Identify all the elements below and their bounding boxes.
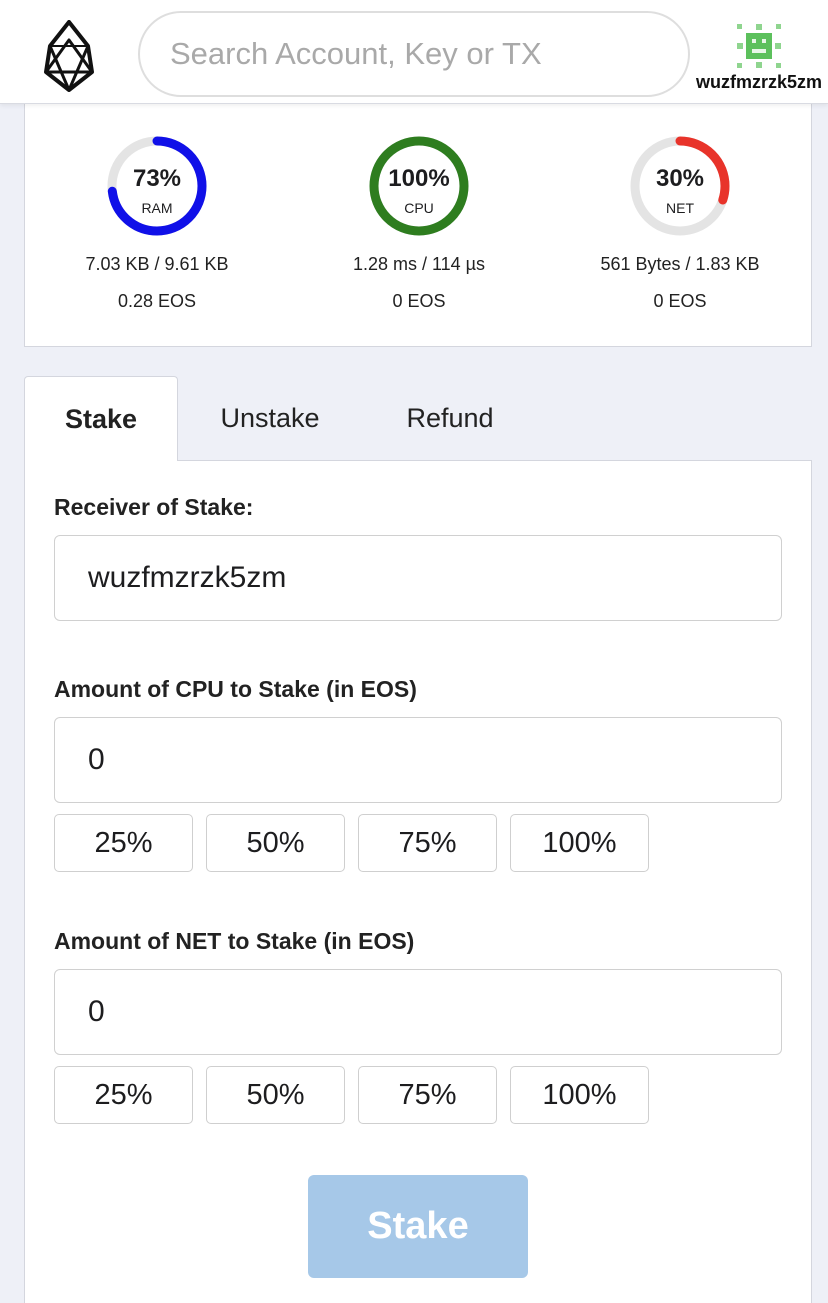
ram-usage: 7.03 KB / 9.61 KB — [85, 254, 229, 274]
resource-net: 30% NET 561 Bytes / 1.83 KB 0 EOS — [560, 134, 800, 312]
cpu-amount-label: Amount of CPU to Stake (in EOS) — [54, 676, 417, 702]
cpu-usage: 1.28 ms / 114 µs — [352, 254, 486, 274]
net-amount-label: Amount of NET to Stake (in EOS) — [54, 928, 415, 954]
cpu-100-percent-button[interactable]: 100% — [510, 814, 649, 872]
top-bar: wuzfmzrzk5zm — [0, 0, 828, 104]
net-50-percent-button[interactable]: 50% — [206, 1066, 345, 1124]
cpu-25-percent-button[interactable]: 25% — [54, 814, 193, 872]
receiver-input[interactable] — [54, 535, 782, 621]
ram-label: RAM — [141, 200, 173, 216]
net-25-percent-button[interactable]: 25% — [54, 1066, 193, 1124]
net-label: NET — [666, 200, 694, 216]
tab-unstake[interactable]: Unstake — [188, 376, 352, 461]
ram-gauge: 73% RAM — [105, 134, 209, 238]
cpu-gauge: 100% CPU — [367, 134, 471, 238]
resource-cpu: 100% CPU 1.28 ms / 114 µs 0 EOS — [299, 134, 539, 312]
net-gauge: 30% NET — [628, 134, 732, 238]
cpu-amount-input[interactable] — [54, 717, 782, 803]
net-amount-input[interactable] — [54, 969, 782, 1055]
net-percent: 30% — [655, 165, 705, 192]
ram-percent: 73% — [132, 165, 182, 192]
net-usage: 561 Bytes / 1.83 KB — [600, 254, 760, 274]
tab-stake[interactable]: Stake — [24, 376, 178, 461]
search-input[interactable] — [138, 11, 690, 97]
cpu-staked: 0 EOS — [392, 291, 446, 311]
tab-refund[interactable]: Refund — [380, 376, 520, 461]
account-name[interactable]: wuzfmzrzk5zm — [694, 72, 824, 93]
ram-staked: 0.28 EOS — [117, 291, 197, 311]
cpu-percent: 100% — [388, 165, 450, 192]
net-staked: 0 EOS — [653, 291, 707, 311]
resource-usage-card: 73% RAM 7.03 KB / 9.61 KB 0.28 EOS 100% … — [24, 104, 812, 347]
account-avatar-icon[interactable] — [737, 24, 781, 68]
stake-submit-button[interactable]: Stake — [308, 1175, 528, 1278]
resource-ram: 73% RAM 7.03 KB / 9.61 KB 0.28 EOS — [37, 134, 277, 312]
net-100-percent-button[interactable]: 100% — [510, 1066, 649, 1124]
receiver-label: Receiver of Stake: — [54, 494, 254, 520]
cpu-label: CPU — [404, 200, 434, 216]
eos-logo-icon[interactable] — [44, 20, 94, 92]
net-75-percent-button[interactable]: 75% — [358, 1066, 497, 1124]
cpu-50-percent-button[interactable]: 50% — [206, 814, 345, 872]
cpu-75-percent-button[interactable]: 75% — [358, 814, 497, 872]
